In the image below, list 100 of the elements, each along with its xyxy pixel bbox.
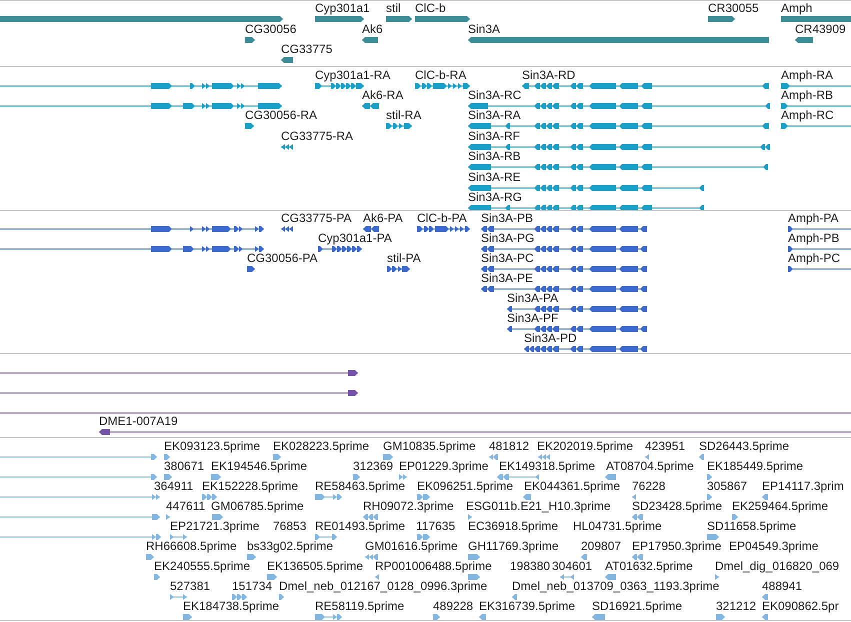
feature-label: Ak6-PA	[363, 212, 403, 225]
feature-label: EK259464.5prime	[732, 500, 828, 513]
feature-label: Amph	[781, 2, 812, 15]
feature-label: Sin3A-PB	[481, 212, 534, 225]
feature-label: 76853	[273, 520, 306, 533]
feature-label: DME1-007A19	[99, 415, 178, 428]
feature-label: EK093123.5prime	[164, 440, 260, 453]
feature-label: 423951	[645, 440, 686, 453]
feature-label: CR30055	[708, 2, 759, 15]
feature-label: Amph-PB	[788, 232, 840, 245]
feature-label: Dmel_neb_013709_0363_1193.3prime	[512, 580, 720, 593]
feature-label: EC36918.5prime	[468, 520, 558, 533]
feature-label: 489228	[433, 600, 474, 613]
feature-label: 527381	[170, 580, 210, 593]
feature-label: EP14117.3prim	[762, 480, 844, 493]
feature-label: ClC-b-RA	[415, 69, 466, 82]
feature-label: Sin3A-PC	[481, 252, 534, 265]
feature-label: Dmel_dig_016820_069	[715, 560, 840, 573]
feature-label: 305867	[707, 480, 748, 493]
feature-label: RE01493.5prime	[315, 520, 406, 533]
feature-label: 481812	[489, 440, 530, 453]
feature-label: RH66608.5prime	[146, 540, 237, 553]
feature-label: Dmel_neb_012167_0128_0996.3prime	[279, 580, 488, 593]
feature-label: 198380	[510, 560, 550, 573]
feature-label: Sin3A-RF	[468, 130, 520, 143]
feature-label: EP17950.3prime	[632, 540, 722, 553]
feature-label: EP21721.3prime	[170, 520, 260, 533]
feature-label: CG33775	[281, 43, 332, 56]
feature-label: RP001006488.5prime	[375, 560, 492, 573]
feature-label: EK044361.5prime	[524, 480, 620, 493]
feature-label: Sin3A-RE	[468, 171, 521, 184]
feature-label: ClC-b	[415, 2, 446, 15]
feature-label: Amph-RA	[781, 69, 834, 82]
feature-label: GM06785.5prime	[211, 500, 304, 513]
feature-label: ClC-b-PA	[417, 212, 467, 225]
feature-label: Amph-RC	[781, 109, 834, 122]
feature-label: EK136505.5prime	[267, 560, 364, 573]
feature-label: Amph-PC	[788, 252, 840, 265]
feature-label: RE58119.5prime	[315, 600, 404, 613]
feature-label: CG33775-RA	[281, 130, 354, 143]
feature-label: SD23428.5prime	[632, 500, 722, 513]
feature-label: EK090862.5pr	[762, 600, 839, 613]
feature-label: 117635	[416, 520, 456, 533]
feature-label: Sin3A-PA	[507, 292, 558, 305]
feature-label: Amph-RB	[781, 89, 834, 102]
feature-label: EK096251.5prime	[417, 480, 514, 493]
feature-label: EP01229.3prime	[399, 460, 488, 473]
feature-label: EK240555.5prime	[154, 560, 250, 573]
feature-label: EK185449.5prime	[707, 460, 804, 473]
feature-label: Cyp301a1-PA	[318, 232, 392, 245]
feature-label: EK202019.5prime	[537, 440, 634, 453]
feature-label: Sin3A-RG	[468, 191, 522, 204]
feature-label: stil-RA	[386, 109, 422, 122]
feature-label: 209807	[581, 540, 622, 553]
feature-label: Amph-PA	[788, 212, 838, 225]
feature-label: GH11769.3prime	[468, 540, 558, 553]
feature-label: stil	[386, 2, 401, 15]
feature-label: 488941	[762, 580, 802, 593]
feature-label: EK316739.5prime	[479, 600, 576, 613]
feature-label: CG33775-PA	[281, 212, 352, 225]
feature-label: AT01632.5prime	[605, 560, 693, 573]
feature-label: 321212	[716, 600, 756, 613]
feature-label: SD26443.5prime	[699, 440, 790, 453]
feature-label: Sin3A-RA	[468, 109, 521, 122]
feature-label: GM10835.5prime	[383, 440, 476, 453]
feature-label: GM01616.5prime	[365, 540, 458, 553]
feature-label: RH09072.3prime	[363, 500, 454, 513]
feature-label: CR43909	[795, 23, 846, 36]
feature-label: EK149318.5prime	[499, 460, 596, 473]
feature-label: EK194546.5prime	[211, 460, 308, 473]
feature-label: Sin3A-RD	[522, 69, 576, 82]
feature-label: Cyp301a1-RA	[315, 69, 390, 82]
feature-label: CG30056	[245, 23, 296, 36]
feature-label: EK184738.5prime	[183, 600, 280, 613]
feature-label: Sin3A-PE	[481, 272, 534, 285]
feature-label: CG30056-RA	[245, 109, 318, 122]
feature-label: ESG011b.E21_H10.3prime	[466, 500, 611, 513]
feature-label: Sin3A-PF	[507, 312, 558, 325]
feature-label: HL04731.5prime	[573, 520, 662, 533]
feature-label: AT08704.5prime	[606, 460, 694, 473]
feature-label: Sin3A-RC	[468, 89, 522, 102]
feature-label: RE58463.5prime	[315, 480, 406, 493]
feature-label: 76228	[632, 480, 666, 493]
feature-label: Ak6	[362, 23, 383, 36]
feature-label: EK152228.5prime	[202, 480, 298, 493]
feature-label: EK028223.5prime	[273, 440, 370, 453]
feature-label: Sin3A-PG	[481, 232, 534, 245]
feature-label: Sin3A-RB	[468, 150, 521, 163]
feature-label: 312369	[353, 460, 394, 473]
feature-label: SD16921.5prime	[592, 600, 682, 613]
feature-label: 304601	[552, 560, 592, 573]
feature-label: 447611	[166, 500, 206, 513]
feature-label: 380671	[164, 460, 204, 473]
feature-label: Cyp301a1	[315, 2, 370, 15]
feature-label: Ak6-RA	[362, 89, 404, 102]
feature-label: 364911	[154, 480, 194, 493]
feature-label: stil-PA	[387, 252, 421, 265]
feature-label: Sin3A-PD	[524, 332, 577, 345]
feature-label: CG30056-PA	[247, 252, 318, 265]
feature-label: SD11658.5prime	[707, 520, 796, 533]
